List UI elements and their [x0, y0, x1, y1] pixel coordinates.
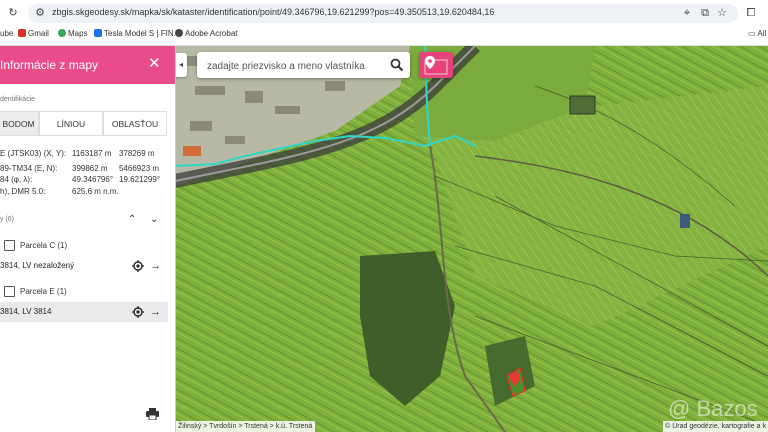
coord-label: E (JTSK03) (X, Y): — [0, 149, 67, 158]
arrow-right-icon[interactable]: → — [150, 259, 161, 273]
owner-search-box — [197, 52, 410, 80]
bookmark-maps[interactable]: Maps — [58, 29, 88, 38]
crosshair-icon[interactable] — [132, 260, 144, 272]
parcel-group-label: Parcela C (1) — [20, 241, 68, 250]
browser-address-bar: ↻ ⚙ zbgis.skgeodesy.sk/mapka/sk/kataster… — [0, 0, 768, 26]
collapse-panel-button[interactable]: ◂ — [175, 53, 187, 77]
coord-label: 84 (φ, λ): — [0, 175, 33, 184]
parcel-item-label: 3814, LV 3814 — [0, 307, 52, 316]
reload-icon[interactable]: ↻ — [6, 6, 20, 20]
parcel-group-label: Parcela E (1) — [20, 287, 67, 296]
map-pin-icon — [424, 56, 448, 75]
maps-icon — [58, 29, 66, 37]
parcel-c-item[interactable]: 3814, LV nezaložený → — [0, 256, 168, 276]
aerial-imagery — [175, 46, 768, 432]
bookmark-label: Tesla Model S | FIN... — [104, 29, 181, 38]
chevron-left-icon: ◂ — [178, 60, 183, 69]
parcel-c-checkbox[interactable] — [4, 240, 15, 251]
parcel-item-label: 3814, LV nezaložený — [0, 261, 75, 270]
panel-header: Informácie z mapy ✕ — [0, 46, 175, 84]
collapse-all-icon[interactable]: ⌃ — [128, 214, 136, 225]
bookmark-youtube[interactable]: ube — [0, 29, 13, 38]
identify-point-button[interactable] — [419, 52, 453, 78]
coord-value-1: 625.6 m n.m. — [72, 187, 119, 196]
search-icon[interactable] — [390, 58, 404, 72]
location-icon[interactable]: ⌖ — [680, 6, 694, 20]
map-attribution: © Úrad geodézie, kartografie a k — [663, 421, 768, 432]
bookmark-star-icon[interactable]: ☆ — [715, 6, 729, 20]
panel-title: Informácie z mapy — [0, 58, 99, 72]
map-canvas[interactable] — [175, 46, 768, 432]
bookmark-label: ube — [0, 29, 14, 38]
bookmark-gmail[interactable]: Gmail — [18, 29, 49, 38]
bookmark-label: Adobe Acrobat — [185, 29, 238, 38]
owner-search-input[interactable] — [205, 52, 389, 80]
coord-value-2: 378269 m — [119, 149, 155, 158]
tab-point[interactable]: BODOM — [0, 111, 39, 136]
bookmarks-bar: ube Gmail Maps Tesla Model S | FIN... Ad… — [0, 26, 768, 46]
bookmark-label: Gmail — [28, 29, 49, 38]
crosshair-icon[interactable] — [132, 306, 144, 318]
tesla-icon — [94, 29, 102, 37]
adobe-icon — [175, 29, 183, 37]
coord-label: h), DMR 5.0: — [0, 187, 46, 196]
coord-value-2: 19.621299° — [119, 175, 161, 184]
install-app-icon[interactable]: ⧉ — [698, 6, 712, 20]
gmail-icon — [18, 29, 26, 37]
map-info-panel: Informácie z mapy ✕ dentifikácie BODOM L… — [0, 46, 176, 432]
close-icon[interactable]: ✕ — [148, 55, 161, 73]
coord-value-1: 1163187 m — [72, 149, 112, 158]
extensions-icon[interactable]: ⧠ — [744, 6, 758, 20]
print-icon[interactable] — [146, 408, 159, 420]
coord-value-1: 49.346796° — [72, 175, 114, 184]
bookmark-label: All — [757, 29, 767, 38]
parcel-e-checkbox[interactable] — [4, 286, 15, 297]
parcel-e-item[interactable]: 3814, LV 3814 → — [0, 302, 168, 322]
coord-label: 89-TM34 (E, N): — [0, 164, 58, 173]
folder-icon: ▭ — [748, 29, 756, 38]
bookmarks-folder[interactable]: ▭ All — [748, 29, 766, 38]
layers-count-label: y (6) — [0, 216, 14, 223]
tab-line[interactable]: LÍNIOU — [39, 111, 103, 136]
bookmark-label: Maps — [68, 29, 88, 38]
coord-value-2: 5466923 m — [119, 164, 160, 173]
identification-label: dentifikácie — [0, 96, 36, 103]
tab-area[interactable]: OBLASŤOU — [103, 111, 167, 136]
watermark-text: @ Bazos — [668, 396, 758, 421]
breadcrumb[interactable]: Žilinský > Tvrdošín > Trstená > k.ú. Trs… — [175, 421, 316, 432]
expand-all-icon[interactable]: ⌄ — [150, 214, 158, 225]
bookmark-tesla[interactable]: Tesla Model S | FIN... — [94, 29, 180, 38]
bookmark-adobe[interactable]: Adobe Acrobat — [175, 29, 237, 38]
arrow-right-icon[interactable]: → — [150, 305, 161, 319]
url-text[interactable]: zbgis.skgeodesy.sk/mapka/sk/kataster/ide… — [52, 7, 494, 17]
site-info-icon[interactable]: ⚙ — [33, 6, 47, 20]
coord-value-1: 399862 m — [72, 164, 108, 173]
